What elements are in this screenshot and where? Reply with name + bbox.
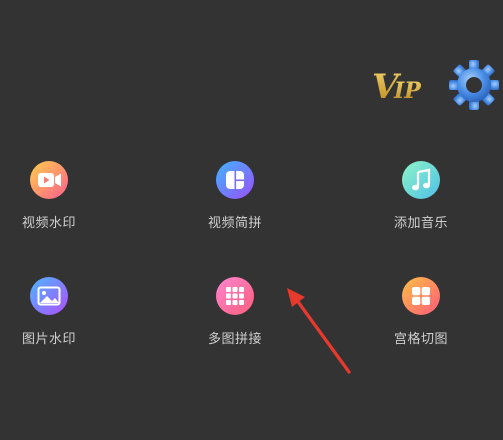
- tool-label: 多图拼接: [207, 332, 262, 347]
- tool-label: 宫格切图: [393, 332, 448, 347]
- vip-badge[interactable]: V IP: [370, 66, 430, 106]
- tool-add-music[interactable]: 添加音乐: [366, 160, 476, 250]
- tool-label: 视频简拼: [207, 216, 262, 231]
- tool-multi-image-stitch[interactable]: 多图拼接: [180, 276, 290, 366]
- video-camera-icon: [29, 160, 69, 200]
- settings-button[interactable]: [447, 58, 501, 112]
- tool-label: 添加音乐: [393, 216, 448, 231]
- tool-grid-cut[interactable]: 宫格切图: [366, 276, 476, 366]
- svg-text:IP: IP: [393, 78, 422, 104]
- tool-video-quick-splice[interactable]: 视频简拼: [180, 160, 290, 250]
- tool-label: 视频水印: [21, 216, 76, 231]
- gear-icon: [449, 60, 499, 110]
- tiles-icon: [401, 276, 441, 316]
- music-note-icon: [401, 160, 441, 200]
- puzzle-square-icon: [215, 160, 255, 200]
- tool-label: 图片水印: [21, 332, 76, 347]
- image-icon: [29, 276, 69, 316]
- tool-video-watermark[interactable]: 视频水印: [0, 160, 104, 250]
- tool-image-watermark[interactable]: 图片水印: [0, 276, 104, 366]
- tool-panel: V IP 视频水印 视频简拼 添加音乐 图片水印 多图拼接 宫格切图: [0, 0, 503, 440]
- vip-badge-icon: V IP: [372, 67, 422, 106]
- grid-icon: [215, 276, 255, 316]
